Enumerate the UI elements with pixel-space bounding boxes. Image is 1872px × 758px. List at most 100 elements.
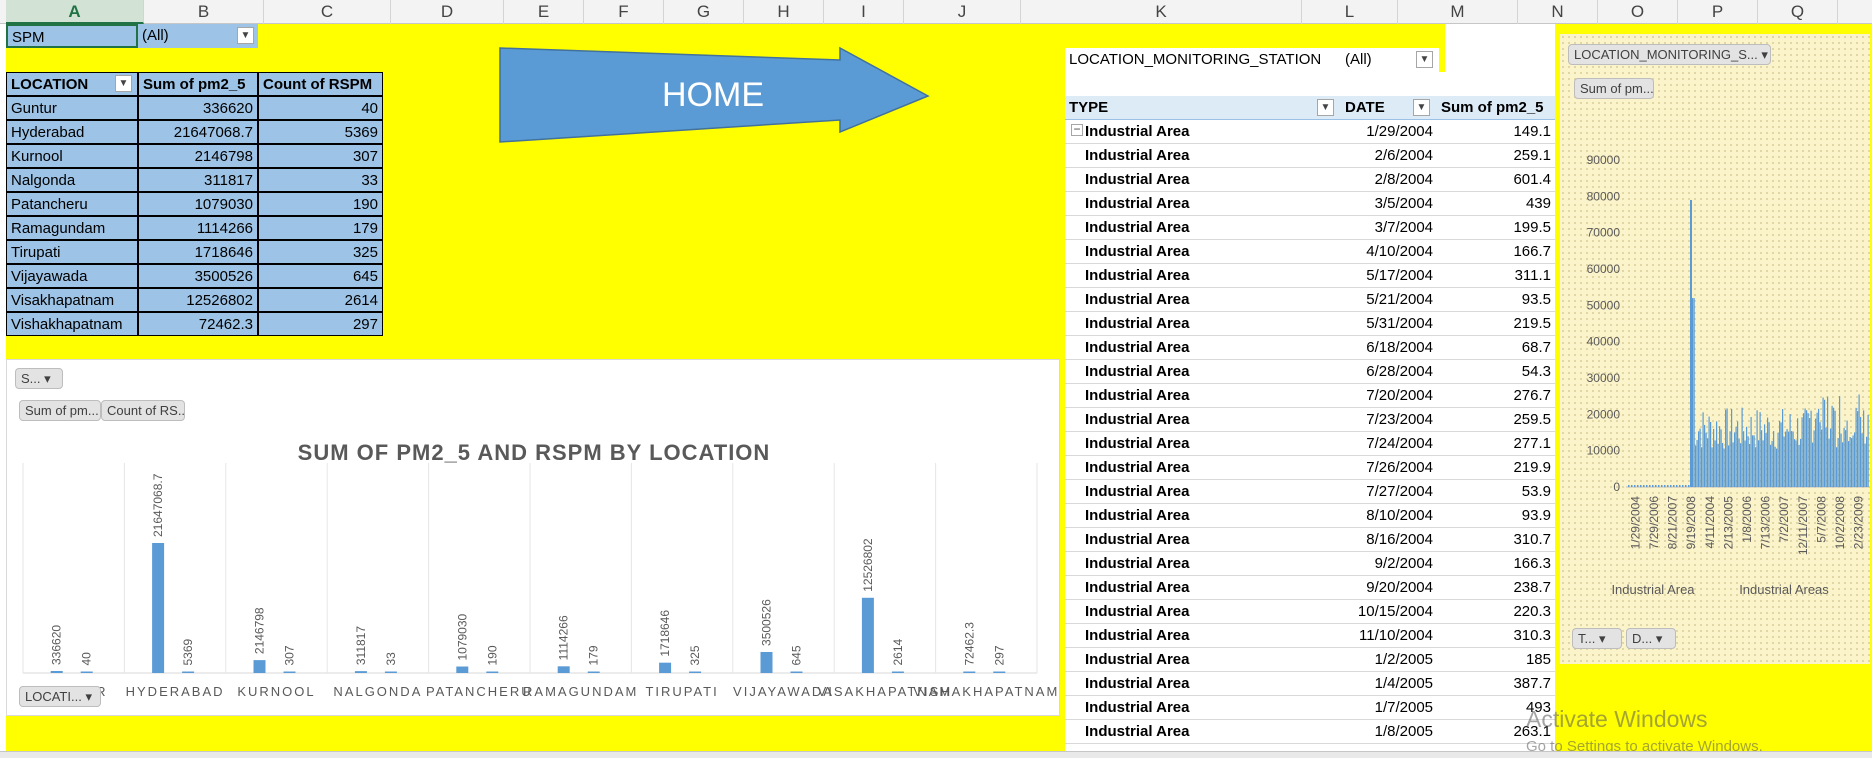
left-pivot-cell[interactable]: Patancheru <box>6 192 138 216</box>
left-pivot-cell[interactable]: Vijayawada <box>6 264 138 288</box>
left-pivot-cell[interactable]: 179 <box>258 216 383 240</box>
right-pivot-header-0[interactable]: TYPE <box>1065 96 1341 120</box>
left-pivot-cell[interactable]: Nalgonda <box>6 168 138 192</box>
left-pivot-cell[interactable]: 297 <box>258 312 383 336</box>
right-pivot-cell[interactable]: 6/18/2004 <box>1341 336 1437 360</box>
right-pivot-cell[interactable]: 11/10/2004 <box>1341 624 1437 648</box>
right-pivot-cell[interactable]: 166.3 <box>1437 552 1555 576</box>
right-pivot-cell[interactable]: 310.3 <box>1437 624 1555 648</box>
right-pivot-cell[interactable]: 601.4 <box>1437 168 1555 192</box>
right-pivot-cell[interactable]: 185 <box>1437 648 1555 672</box>
right-pivot-cell[interactable]: 4/10/2004 <box>1341 240 1437 264</box>
left-pivot-cell[interactable]: 645 <box>258 264 383 288</box>
column-header-i[interactable]: I <box>824 0 904 24</box>
right-pivot-cell[interactable]: Industrial Area <box>1065 360 1341 384</box>
right-pivot-cell[interactable]: 1/2/2005 <box>1341 648 1437 672</box>
right-pivot-cell[interactable]: 8/16/2004 <box>1341 528 1437 552</box>
right-pivot-header-2[interactable]: Sum of pm2_5 <box>1437 96 1555 120</box>
column-header-g[interactable]: G <box>664 0 744 24</box>
left-pivot-header-2[interactable]: Count of RSPM <box>258 72 383 96</box>
right-pivot-cell[interactable]: 2/8/2004 <box>1341 168 1437 192</box>
column-header-m[interactable]: M <box>1398 0 1518 24</box>
right-pivot-cell[interactable]: 7/23/2004 <box>1341 408 1437 432</box>
right-pivot-cell[interactable]: 219.5 <box>1437 312 1555 336</box>
right-pivot-cell[interactable]: 68.7 <box>1437 336 1555 360</box>
right-pivot-cell[interactable]: 259.5 <box>1437 408 1555 432</box>
right-pivot-cell[interactable]: 9/2/2004 <box>1341 552 1437 576</box>
right-pivot-cell[interactable]: 1/29/2004 <box>1341 120 1437 144</box>
left-pivot-cell[interactable]: 2146798 <box>138 144 258 168</box>
left-pivot-cell[interactable]: 33 <box>258 168 383 192</box>
column-header-f[interactable]: F <box>584 0 664 24</box>
date-field-button[interactable]: D... ▾ <box>1626 628 1676 649</box>
right-pivot-cell[interactable]: Industrial Area <box>1065 456 1341 480</box>
right-pivot-cell[interactable]: Industrial Area <box>1065 720 1341 744</box>
right-pivot-cell[interactable]: Industrial Area <box>1065 168 1341 192</box>
right-pivot-cell[interactable]: 199.5 <box>1437 216 1555 240</box>
right-pivot-cell[interactable]: Industrial Area <box>1065 408 1341 432</box>
right-pivot-cell[interactable]: Industrial Area <box>1065 192 1341 216</box>
right-pivot-cell[interactable]: 93.9 <box>1437 504 1555 528</box>
left-pivot-cell[interactable]: 307 <box>258 144 383 168</box>
right-pivot-cell[interactable]: 10/15/2004 <box>1341 600 1437 624</box>
right-pivot-cell[interactable]: Industrial Area <box>1065 648 1341 672</box>
column-header-o[interactable]: O <box>1598 0 1678 24</box>
left-pivot-cell[interactable]: 336620 <box>138 96 258 120</box>
left-pivot-cell[interactable]: Guntur <box>6 96 138 120</box>
column-header-a[interactable]: A <box>6 0 144 24</box>
right-pivot-cell[interactable]: 6/28/2004 <box>1341 360 1437 384</box>
column-header-b[interactable]: B <box>144 0 264 24</box>
right-pivot-cell[interactable]: 276.7 <box>1437 384 1555 408</box>
column-header-l[interactable]: L <box>1302 0 1398 24</box>
right-pivot-cell[interactable]: 2/6/2004 <box>1341 144 1437 168</box>
right-pivot-cell[interactable]: 259.1 <box>1437 144 1555 168</box>
left-pivot-cell[interactable]: 1718646 <box>138 240 258 264</box>
right-pivot-cell[interactable]: Industrial Area <box>1065 216 1341 240</box>
left-pivot-cell[interactable]: 5369 <box>258 120 383 144</box>
series-filter-button[interactable]: S... ▾ <box>15 368 63 389</box>
left-pivot-cell[interactable]: Tirupati <box>6 240 138 264</box>
right-pivot-cell[interactable]: Industrial Area <box>1065 576 1341 600</box>
right-pivot-cell[interactable]: Industrial Area <box>1065 336 1341 360</box>
right-pivot-cell[interactable]: 220.3 <box>1437 600 1555 624</box>
right-pivot-cell[interactable]: 1/7/2005 <box>1341 696 1437 720</box>
right-pivot-cell[interactable]: Industrial Area <box>1065 432 1341 456</box>
right-pivot-cell[interactable]: 149.1 <box>1437 120 1555 144</box>
left-pivot-cell[interactable]: Visakhapatnam <box>6 288 138 312</box>
right-pivot-cell[interactable]: 5/21/2004 <box>1341 288 1437 312</box>
left-pivot-header-1[interactable]: Sum of pm2_5 <box>138 72 258 96</box>
right-pivot-cell[interactable]: Industrial Area <box>1065 624 1341 648</box>
filter-label-cell[interactable]: SPM <box>6 24 138 48</box>
left-pivot-cell[interactable]: 190 <box>258 192 383 216</box>
type-dropdown-icon[interactable]: ▼ <box>1317 99 1334 116</box>
station-filter-label-cell[interactable]: LOCATION_MONITORING_STATION <box>1065 48 1345 72</box>
right-pivot-cell[interactable]: 7/26/2004 <box>1341 456 1437 480</box>
right-pivot-cell[interactable]: Industrial Area <box>1065 144 1341 168</box>
sum-chart-button[interactable]: Sum of pm... <box>1574 78 1654 99</box>
collapse-icon[interactable]: − <box>1071 123 1083 136</box>
location-field-button[interactable]: LOCATI... ▾ <box>19 686 101 707</box>
type-field-button[interactable]: T... ▾ <box>1572 628 1622 649</box>
left-pivot-cell[interactable]: 3500526 <box>138 264 258 288</box>
left-pivot-cell[interactable]: Ramagundam <box>6 216 138 240</box>
column-header-p[interactable]: P <box>1678 0 1758 24</box>
right-pivot-cell[interactable]: Industrial Area <box>1065 504 1341 528</box>
right-pivot-cell[interactable]: Industrial Area <box>1065 672 1341 696</box>
right-pivot-cell[interactable]: Industrial Area <box>1065 264 1341 288</box>
right-pivot-cell[interactable]: 311.1 <box>1437 264 1555 288</box>
column-header-j[interactable]: J <box>904 0 1021 24</box>
left-pivot-cell[interactable]: Vishakhapatnam <box>6 312 138 336</box>
left-pivot-cell[interactable]: 325 <box>258 240 383 264</box>
date-chart[interactable]: 0 10000 20000 30000 40000 50000 60000 70000 8000… <box>1560 34 1870 664</box>
right-pivot-cell[interactable]: 93.5 <box>1437 288 1555 312</box>
right-pivot-cell[interactable]: 5/31/2004 <box>1341 312 1437 336</box>
station-field-button[interactable]: LOCATION_MONITORING_S... ▾ <box>1568 44 1771 65</box>
column-header-d[interactable]: D <box>391 0 504 24</box>
column-header-n[interactable]: N <box>1518 0 1598 24</box>
right-pivot-cell[interactable]: 8/10/2004 <box>1341 504 1437 528</box>
left-pivot-cell[interactable]: 2614 <box>258 288 383 312</box>
location-dropdown-icon[interactable]: ▼ <box>115 75 132 92</box>
right-pivot-cell[interactable]: Industrial Area <box>1065 288 1341 312</box>
left-pivot-cell[interactable]: 72462.3 <box>138 312 258 336</box>
right-pivot-cell[interactable]: 54.3 <box>1437 360 1555 384</box>
